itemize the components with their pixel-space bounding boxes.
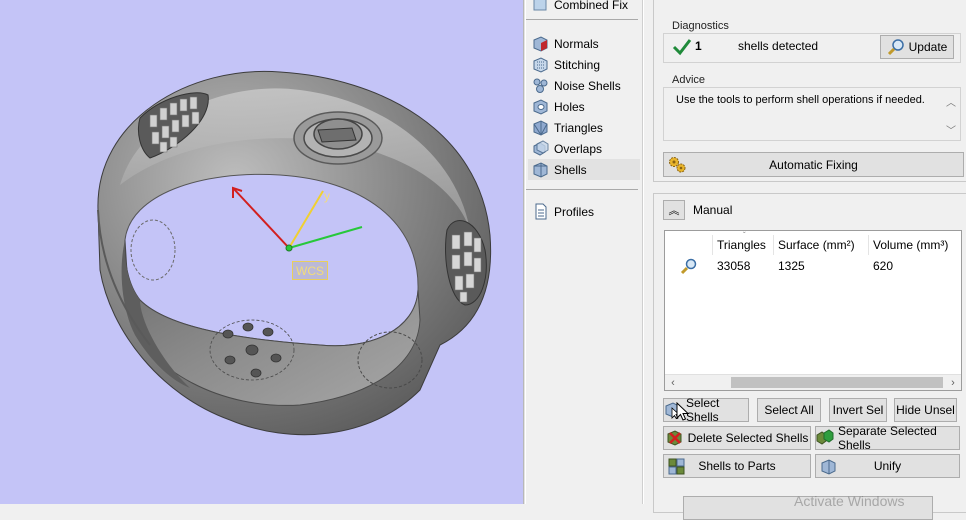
combined-fix-icon [533, 0, 547, 11]
shells-to-parts-icon [668, 458, 685, 475]
separate-selected-shells-button[interactable]: Separate Selected Shells [815, 424, 960, 452]
shell-count: 1 [695, 39, 702, 53]
gears-icon [669, 157, 686, 173]
tree-item-triangles[interactable]: Triangles [528, 117, 640, 138]
mouse-cursor-icon [676, 402, 690, 421]
tree-item-profiles[interactable]: Profiles [528, 201, 640, 222]
select-all-button[interactable]: Select All [757, 398, 821, 422]
advice-text: Use the tools to perform shell operation… [676, 94, 925, 106]
diagnostics-title: Diagnostics [672, 20, 729, 32]
invert-sel-button[interactable]: Invert Sel [829, 398, 887, 422]
3d-viewport[interactable]: y WCS [0, 0, 523, 504]
delete-selected-label: Delete Selected Shells [687, 431, 809, 445]
advice-title: Advice [672, 74, 706, 86]
noise-shells-icon [533, 78, 548, 93]
axis-y-label: y [324, 189, 330, 203]
unify-button[interactable]: Unify [815, 454, 960, 478]
automatic-fixing-label: Automatic Fixing [769, 157, 858, 172]
collapse-manual-button[interactable]: ︽ [663, 200, 685, 220]
invert-sel-label: Invert Sel [832, 403, 884, 417]
unify-icon [821, 459, 836, 475]
delete-selected-shells-button[interactable]: Delete Selected Shells [663, 426, 811, 450]
scrollbar-thumb[interactable] [731, 377, 943, 388]
tree-item-combined-fix[interactable]: Combined Fix [528, 0, 640, 15]
column-header-surface[interactable]: Surface (mm²) [773, 235, 867, 255]
tree-item-label: Overlaps [554, 141, 603, 156]
stitching-icon [533, 57, 548, 73]
tree-item-label: Normals [554, 36, 599, 51]
column-header-volume[interactable]: Volume (mm³) [868, 235, 963, 255]
shells-to-parts-button[interactable]: Shells to Parts [663, 454, 811, 478]
separate-shells-icon [816, 429, 834, 445]
tree-item-holes[interactable]: Holes [528, 96, 640, 117]
tree-item-label: Noise Shells [554, 78, 621, 93]
scroll-down-icon[interactable]: ﹀ [946, 122, 956, 137]
normals-icon [533, 36, 548, 52]
tree-item-label: Holes [554, 99, 585, 114]
shells-table[interactable]: Triangles Surface (mm²) Volume (mm³) ˇ 3… [664, 230, 962, 391]
automatic-fixing-button[interactable]: Automatic Fixing [663, 152, 964, 177]
ring-model: y [97, 70, 492, 436]
tree-divider [526, 189, 638, 190]
unify-label: Unify [873, 459, 902, 473]
cell-volume: 620 [873, 259, 894, 273]
tree-item-label: Triangles [554, 120, 603, 135]
chevron-up-icon: ︽ [668, 205, 680, 217]
tree-item-noise-shells[interactable]: Noise Shells [528, 75, 640, 96]
triangles-icon [533, 120, 548, 136]
check-icon [672, 39, 692, 56]
tree-item-normals[interactable]: Normals [528, 33, 640, 54]
scroll-up-icon[interactable]: ︿ [946, 94, 956, 109]
horizontal-scrollbar[interactable]: ‹ › [665, 374, 961, 390]
tree-item-shells[interactable]: Shells [528, 159, 640, 180]
profiles-icon [535, 203, 547, 220]
hide-unsel-button[interactable]: Hide Unsel [894, 398, 957, 422]
holes-icon [533, 99, 548, 115]
select-all-label: Select All [764, 403, 814, 417]
screw-head [293, 111, 383, 165]
magnifier-icon [887, 39, 904, 56]
overlaps-icon [533, 140, 549, 156]
sort-indicator-icon: ˇ [743, 231, 746, 240]
cell-triangles: 33058 [717, 259, 751, 273]
hide-unsel-label: Hide Unsel [896, 403, 955, 417]
tree-item-overlaps[interactable]: Overlaps [528, 138, 640, 159]
tree-item-stitching[interactable]: Stitching [528, 54, 640, 75]
tree-item-label: Stitching [554, 57, 601, 72]
separate-selected-label: Separate Selected Shells [838, 424, 937, 452]
update-button-label: Update [908, 40, 948, 54]
shells-to-parts-label: Shells to Parts [698, 459, 776, 473]
delete-shells-icon [667, 430, 682, 446]
select-shells-label: Select Shells [686, 396, 720, 424]
shells-icon [533, 162, 548, 178]
advice-box: Use the tools to perform shell operation… [663, 87, 961, 141]
diagnostics-message: shells detected [738, 39, 819, 53]
magnifier-icon[interactable] [680, 257, 698, 275]
wcs-label: WCS [292, 261, 328, 280]
cell-surface: 1325 [778, 259, 805, 273]
tree-divider [526, 19, 638, 20]
tree-item-label: Shells [554, 162, 587, 177]
tree-item-label: Profiles [554, 204, 595, 219]
tree-item-label: Combined Fix [554, 0, 629, 12]
fix-tree: Combined Fix Normals Stitching Noise She… [526, 0, 643, 504]
scroll-left-icon[interactable]: ‹ [665, 375, 681, 391]
column-header-triangles[interactable]: Triangles [712, 235, 772, 255]
activate-windows-watermark: Activate Windows [794, 493, 905, 509]
manual-title: Manual [693, 203, 733, 217]
update-button[interactable]: Update [880, 35, 954, 59]
scroll-right-icon[interactable]: › [945, 375, 961, 391]
